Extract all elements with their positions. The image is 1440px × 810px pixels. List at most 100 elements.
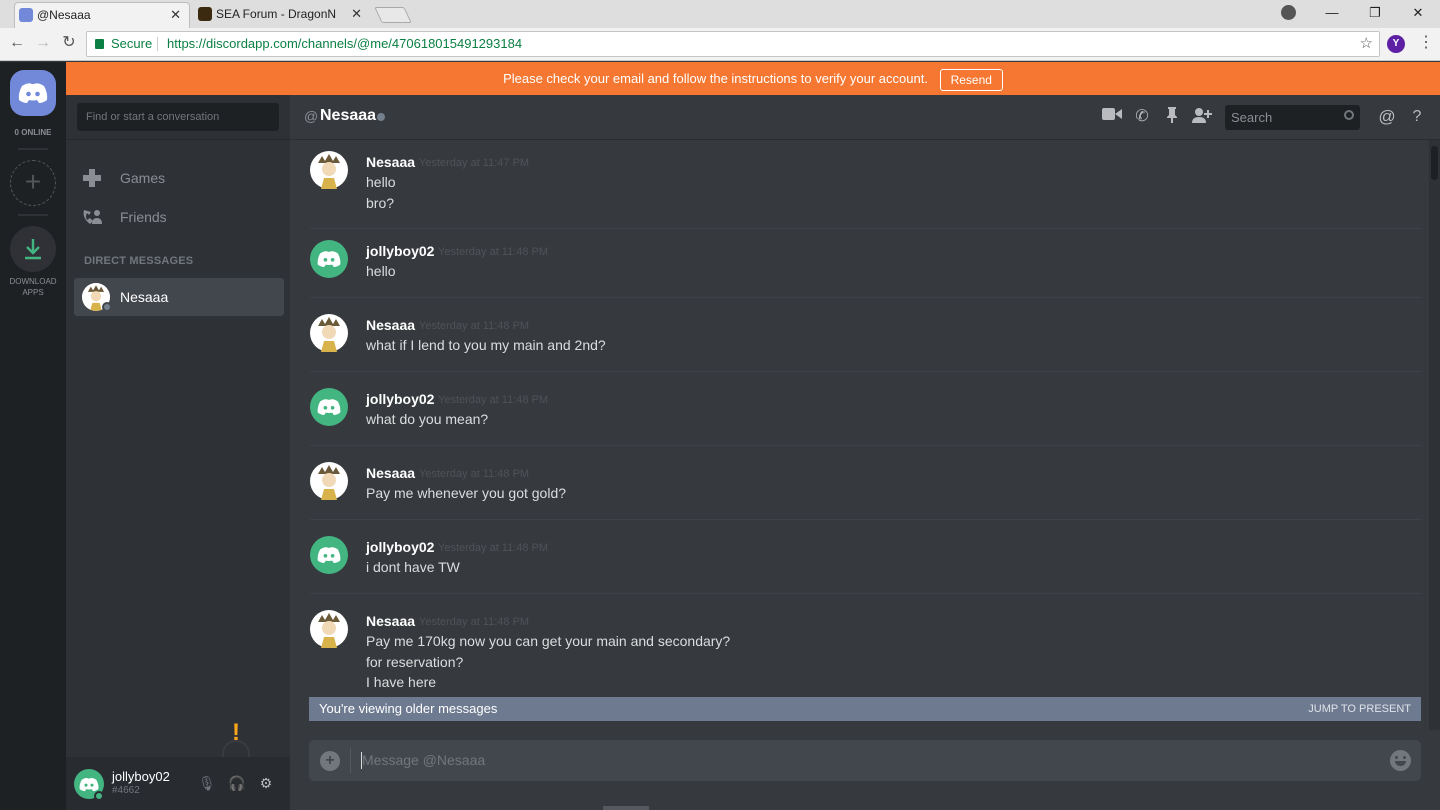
message-timestamp: Yesterday at 11:48 PM	[419, 616, 530, 628]
close-tab-icon[interactable]: ✕	[351, 2, 362, 26]
download-apps-label: DOWNLOAD APPS	[9, 277, 57, 297]
dragonnest-favicon-icon	[198, 7, 212, 21]
online-count: 0 ONLINE	[14, 128, 52, 137]
download-apps-button[interactable]	[10, 226, 56, 272]
message-author[interactable]: jollyboy02	[366, 391, 434, 407]
message-timestamp: Yesterday at 11:48 PM	[419, 320, 530, 332]
message-author[interactable]: Nesaaa	[366, 154, 415, 170]
browser-profile-icon[interactable]	[1281, 5, 1296, 20]
message-timestamp: Yesterday at 11:47 PM	[419, 157, 530, 169]
message-composer: + Message @Nesaaa	[309, 740, 1421, 781]
sidebar-item-label: Games	[120, 170, 166, 186]
chat-scrollbar[interactable]	[1429, 140, 1440, 730]
status-offline-icon	[102, 302, 112, 312]
message-text: i dont have TW	[366, 559, 460, 575]
message-author[interactable]: Nesaaa	[366, 317, 415, 333]
deafen-headset-icon[interactable]: 🎧	[228, 775, 245, 791]
message-author[interactable]: Nesaaa	[366, 465, 415, 481]
verify-email-banner: Please check your email and follow the i…	[66, 62, 1440, 95]
video-call-icon[interactable]	[1102, 107, 1122, 127]
avatar[interactable]	[310, 151, 348, 189]
discord-logo-icon	[18, 83, 48, 103]
mute-microphone-icon[interactable]: 🎙	[198, 775, 216, 791]
message-divider	[310, 296, 1422, 298]
tab-nesaaa[interactable]: @Nesaaa ✕	[14, 2, 190, 28]
upload-plus-icon[interactable]: +	[320, 751, 340, 771]
discord-favicon-icon	[19, 8, 33, 22]
bookmark-star-icon[interactable]: ☆	[1360, 32, 1373, 56]
browser-toolbar: ← → ↻ Secure https://discordapp.com/chan…	[0, 28, 1440, 61]
message-author[interactable]: Nesaaa	[366, 613, 415, 629]
emoji-picker-icon[interactable]	[1390, 750, 1411, 771]
message-author[interactable]: jollyboy02	[366, 243, 434, 259]
message-text: what do you mean?	[366, 411, 489, 427]
resend-button[interactable]: Resend	[939, 68, 1003, 91]
message-input[interactable]: Message @Nesaaa	[361, 740, 1361, 781]
message-divider	[310, 444, 1422, 446]
avatar[interactable]	[310, 610, 348, 648]
avatar[interactable]	[310, 388, 348, 426]
address-bar[interactable]: Secure https://discordapp.com/channels/@…	[86, 31, 1380, 57]
jump-to-present-button[interactable]: JUMP TO PRESENT	[1308, 697, 1411, 721]
forward-icon[interactable]: →	[32, 32, 54, 54]
add-friend-to-dm-icon[interactable]	[1192, 107, 1212, 127]
at-symbol: @	[304, 108, 319, 124]
close-window-button[interactable]: ✕	[1396, 0, 1440, 28]
friends-icon	[83, 210, 102, 224]
dm-item-nesaaa[interactable]: Nesaaa	[74, 278, 284, 316]
message-timestamp: Yesterday at 11:48 PM	[438, 542, 549, 554]
sidebar-item-friends[interactable]: Friends	[74, 200, 284, 234]
user-settings-gear-icon[interactable]: ⚙	[258, 775, 274, 791]
dm-sidebar: Find or start a conversation Games Frien…	[66, 95, 290, 810]
message-group: jollyboy02 Yesterday at 11:48 PM hello	[290, 229, 1424, 298]
older-messages-notice: You're viewing older messages	[319, 701, 498, 716]
close-tab-icon[interactable]: ✕	[170, 3, 181, 27]
channel-title: Nesaaa	[320, 107, 377, 124]
scrollbar-thumb[interactable]	[1431, 146, 1438, 180]
minimize-button[interactable]: —	[1310, 0, 1354, 28]
mentions-icon[interactable]: @	[1377, 107, 1397, 127]
pinned-messages-icon[interactable]	[1162, 107, 1182, 127]
message-group: Nesaaa Yesterday at 11:48 PM Pay me 170kg …	[290, 599, 1424, 696]
voice-call-icon[interactable]: ✆	[1132, 107, 1152, 127]
message-author[interactable]: jollyboy02	[366, 539, 434, 555]
profile-avatar[interactable]: Y	[1387, 35, 1405, 53]
find-conversation-input[interactable]: Find or start a conversation	[77, 103, 279, 131]
home-button[interactable]	[10, 70, 56, 116]
message-divider	[310, 518, 1422, 520]
message-group: jollyboy02 Yesterday at 11:48 PM i dont ha…	[290, 525, 1424, 594]
message-text: hello	[366, 263, 396, 279]
message-timestamp: Yesterday at 11:48 PM	[438, 394, 549, 406]
omnibox-divider	[157, 37, 158, 51]
resize-handle	[603, 806, 649, 810]
avatar[interactable]	[310, 462, 348, 500]
avatar[interactable]	[310, 536, 348, 574]
help-icon[interactable]: ?	[1407, 107, 1427, 127]
search-input[interactable]: Search	[1225, 105, 1360, 130]
direct-messages-header: DIRECT MESSAGES	[84, 255, 194, 267]
user-panel: jollyboy02 #4662 🎙 🎧 ⚙	[66, 757, 290, 810]
back-icon[interactable]: ←	[6, 32, 28, 54]
avatar[interactable]	[310, 240, 348, 278]
banner-text: Please check your email and follow the i…	[503, 71, 928, 86]
add-server-button[interactable]: +	[10, 160, 56, 206]
new-tab-button[interactable]	[374, 7, 412, 23]
message-timestamp: Yesterday at 11:48 PM	[438, 246, 549, 258]
message-group: jollyboy02 Yesterday at 11:48 PM what do y…	[290, 377, 1424, 446]
restore-button[interactable]: ❐	[1353, 0, 1397, 28]
message-text: what if I lend to you my main and 2nd?	[366, 337, 606, 353]
sidebar-item-games[interactable]: Games	[74, 161, 284, 195]
tab-sea-forum[interactable]: SEA Forum - DragonNest ✕	[194, 2, 370, 28]
sidebar-item-label: Friends	[120, 209, 167, 225]
discord-logo-icon	[79, 777, 99, 791]
avatar[interactable]	[310, 314, 348, 352]
warning-exclamation-icon[interactable]: !	[232, 719, 240, 747]
composer-divider	[350, 748, 351, 773]
guild-separator	[18, 148, 48, 150]
download-icon	[25, 239, 41, 260]
tab-title: SEA Forum - DragonNest	[216, 7, 336, 21]
message-text: I have here	[366, 674, 437, 690]
browser-menu-icon[interactable]: ⋮	[1418, 32, 1434, 52]
reload-icon[interactable]: ↻	[58, 32, 80, 54]
url-text[interactable]: https://discordapp.com/channels/@me/4706…	[167, 32, 522, 56]
